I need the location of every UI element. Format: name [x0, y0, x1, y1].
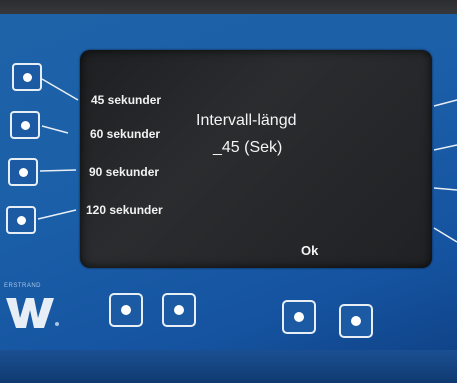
- connector-line-2: [41, 125, 69, 134]
- ok-softkey-label: Ok: [301, 243, 319, 258]
- option-button-1[interactable]: [12, 63, 42, 91]
- option-label-120: 120 sekunder: [86, 203, 163, 217]
- connector-line-4: [37, 209, 77, 220]
- connector-line-right-1: [433, 99, 457, 107]
- screen-title: Intervall-längd: [196, 112, 297, 129]
- connector-line-1: [41, 78, 79, 101]
- option-button-4[interactable]: [6, 206, 36, 234]
- connector-line-right-3: [433, 187, 457, 191]
- bottom-button-2[interactable]: [162, 293, 196, 327]
- bottom-button-4[interactable]: [339, 304, 373, 338]
- option-label-60: 60 sekunder: [90, 127, 161, 141]
- brand-logo-icon: [6, 298, 59, 328]
- bottom-button-3[interactable]: [282, 300, 316, 334]
- lcd-screen: [80, 50, 432, 268]
- button-dot-icon: [351, 316, 361, 326]
- button-dot-icon: [22, 72, 32, 82]
- connector-line-right-2: [433, 144, 457, 151]
- button-dot-icon: [294, 312, 304, 322]
- button-dot-icon: [16, 215, 26, 225]
- option-label-45: 45 sekunder: [91, 93, 162, 107]
- button-dot-icon: [174, 305, 184, 315]
- connector-line-right-4: [433, 227, 457, 243]
- button-dot-icon: [20, 120, 30, 130]
- brand-text: ERSTRAND: [4, 283, 42, 289]
- button-dot-icon: [121, 305, 131, 315]
- interval-value: _45 (Sek): [213, 139, 283, 156]
- connector-line-3: [39, 169, 77, 172]
- option-label-90: 90 sekunder: [89, 165, 160, 179]
- option-button-2[interactable]: [10, 111, 40, 139]
- bottom-button-1[interactable]: [109, 293, 143, 327]
- option-button-3[interactable]: [8, 158, 38, 186]
- button-dot-icon: [18, 167, 28, 177]
